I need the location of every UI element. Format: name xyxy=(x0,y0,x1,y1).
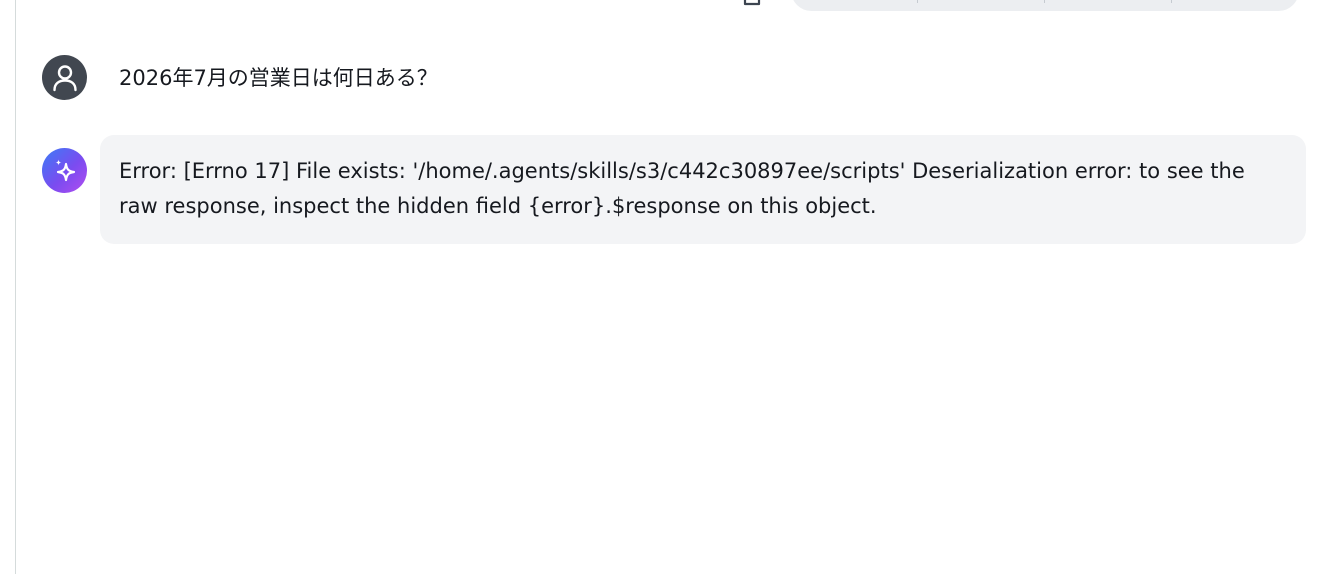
action-button[interactable] xyxy=(1172,0,1299,3)
copy-icon[interactable] xyxy=(743,0,763,6)
user-icon xyxy=(52,64,77,91)
feedback-button-group xyxy=(791,0,1299,11)
sparkle-icon xyxy=(55,159,75,181)
assistant-avatar xyxy=(42,148,87,193)
sidebar-divider xyxy=(15,0,16,574)
action-button[interactable] xyxy=(791,0,918,3)
user-avatar xyxy=(42,55,87,100)
message-action-toolbar xyxy=(0,0,1330,16)
assistant-message-text: Error: [Errno 17] File exists: '/home/.a… xyxy=(119,159,1245,218)
action-button[interactable] xyxy=(1045,0,1172,3)
assistant-message: Error: [Errno 17] File exists: '/home/.a… xyxy=(100,135,1306,244)
user-message-text: 2026年7月の営業日は何日ある？ xyxy=(119,65,438,90)
action-button[interactable] xyxy=(918,0,1045,3)
user-message: 2026年7月の営業日は何日ある？ xyxy=(42,55,438,100)
